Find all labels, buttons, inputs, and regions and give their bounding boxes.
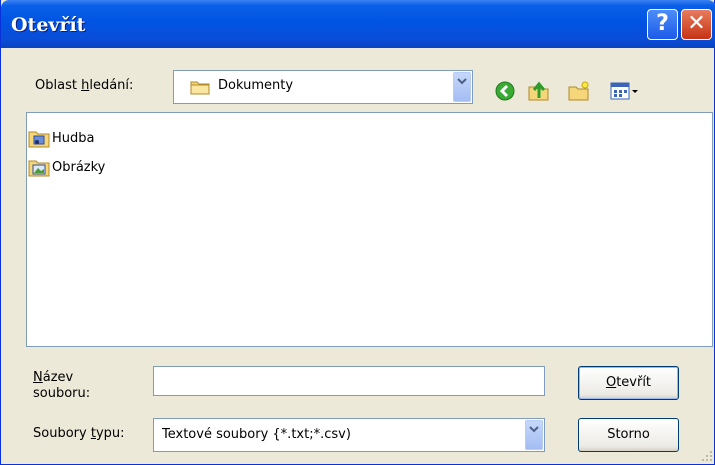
look-in-value: Dokumenty (218, 78, 294, 93)
new-folder-icon[interactable] (567, 80, 591, 102)
help-icon: ? (656, 11, 669, 36)
file-type-label: Soubory typu: (33, 426, 125, 441)
pictures-folder-icon (28, 160, 50, 177)
back-icon[interactable] (494, 80, 516, 102)
file-name: Hudba (52, 130, 95, 146)
music-folder-icon (28, 131, 50, 148)
look-in-label: Oblast hledání: (35, 78, 133, 93)
folder-icon (190, 81, 210, 95)
look-in-dropdown[interactable] (453, 72, 471, 102)
file-type-label-part: Soubory (33, 426, 91, 441)
look-in-label-part: Oblast (35, 78, 82, 93)
chevron-down-icon (457, 78, 467, 85)
open-dialog: Otevřít ? ✕ Oblast hledání: Dokumenty Hu… (0, 0, 715, 465)
file-list[interactable]: Hudba Obrázky (26, 112, 713, 347)
title-bar[interactable]: Otevřít ? ✕ (1, 0, 715, 48)
open-button-label: tevřít (616, 375, 652, 390)
file-name: Obrázky (52, 159, 106, 175)
cancel-button[interactable]: Storno (578, 418, 679, 452)
file-type-value: Textové soubory {*.txt;*.csv) (162, 427, 351, 442)
look-in-combo[interactable]: Dokumenty (173, 70, 473, 104)
look-in-label-part: ledání: (89, 78, 134, 93)
file-name-label-part: ázev (42, 370, 74, 385)
resize-grip-icon[interactable] (701, 450, 713, 462)
open-button[interactable]: Otevřít (578, 366, 679, 400)
file-name-input[interactable] (153, 366, 545, 396)
up-folder-icon[interactable] (527, 80, 551, 102)
list-item[interactable]: Hudba (28, 127, 95, 149)
file-name-label-accel: N (33, 370, 43, 385)
close-icon: ✕ (687, 11, 706, 36)
list-item[interactable]: Obrázky (28, 156, 105, 178)
file-name-label: Název souboru: (33, 370, 90, 402)
file-type-combo[interactable]: Textové soubory {*.txt;*.csv) (153, 418, 545, 452)
open-button-accel: O (605, 375, 617, 390)
cancel-button-label: Storno (607, 427, 650, 442)
chevron-down-icon (529, 426, 539, 433)
close-button[interactable]: ✕ (681, 9, 712, 40)
view-menu-icon[interactable] (610, 80, 640, 102)
window-title: Otevřít (11, 14, 86, 36)
help-button[interactable]: ? (647, 9, 678, 40)
file-type-dropdown[interactable] (525, 420, 543, 450)
file-name-label-line2: souboru: (33, 386, 91, 401)
file-type-label-part: ypu: (95, 426, 125, 441)
